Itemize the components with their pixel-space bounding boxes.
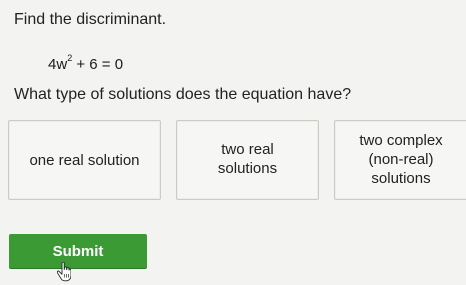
equation-exponent: 2 [67,53,73,63]
choice-one-real-solution[interactable]: one real solution [8,120,161,200]
question-text: What type of solutions does the equation… [14,86,352,103]
choice-label-line: (non-real) [368,150,434,168]
hand-pointer-icon [57,262,71,282]
choice-label-line: solutions [217,160,278,177]
choice-label-line: two real [221,141,274,158]
choice-two-real-solutions[interactable]: two real solutions [176,120,319,200]
question-page: Find the discriminant. 4w2 + 6 = 0 What … [0,0,466,285]
choice-label: one real solution [29,151,139,170]
submit-button[interactable]: Submit [9,234,147,268]
choice-label-line: one real solution [29,151,140,169]
choice-two-complex-solutions[interactable]: two complex (non-real) solutions [334,120,466,200]
choice-label: two real solutions [218,140,277,178]
choice-label: two complex (non-real) solutions [359,131,442,188]
equation: 4w2 + 6 = 0 [48,50,123,75]
equation-base: 4w [48,56,68,73]
prompt-text: Find the discriminant. [14,11,167,28]
equation-rest: + 6 = 0 [72,56,124,73]
choice-label-line: two complex [359,131,443,149]
choice-label-line: solutions [371,169,431,187]
